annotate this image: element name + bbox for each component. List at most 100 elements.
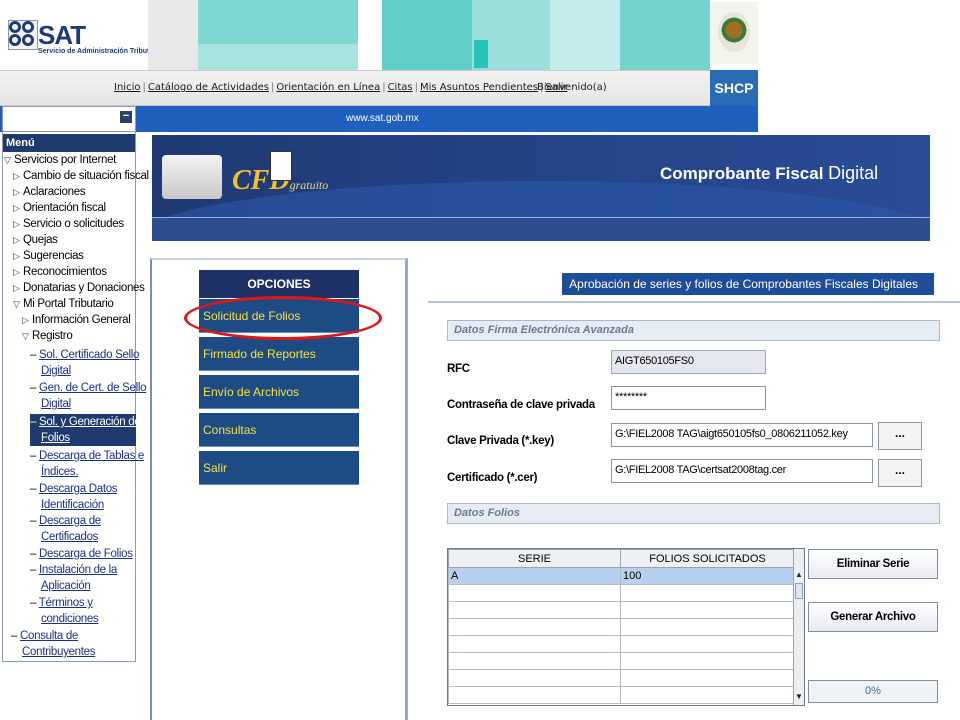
sidebar-item-quejas[interactable]: ▷ Quejas (13, 234, 58, 246)
table-row[interactable]: A 100 (448, 567, 795, 585)
menu-title: Menú (3, 134, 135, 152)
scroll-up-icon[interactable]: ▲ (794, 569, 804, 581)
scroll-down-icon[interactable]: ▼ (794, 691, 804, 703)
dash-icon: – (11, 630, 20, 642)
triangle-right-icon: ▷ (13, 267, 20, 277)
rfc-field[interactable]: AIGT650105FS0 (611, 350, 766, 374)
cert-label: Certificado (*.cer) (447, 472, 538, 484)
sidebar-item-orientacion[interactable]: ▷ Orientación fiscal (13, 202, 106, 214)
generate-file-button[interactable]: Generar Archivo (808, 602, 938, 632)
sidebar-link-gen-cert[interactable]: – Gen. de Cert. de Sello Digital (30, 380, 146, 412)
dash-icon: – (30, 548, 39, 560)
nav-links: Inicio | Catálogo de Actividades | Orientaci… (114, 82, 568, 93)
option-salir[interactable]: Salir (199, 451, 359, 485)
cell-folios[interactable]: 100 (620, 567, 795, 585)
sat-logo[interactable]: SAT Servicio de Administración Tributari… (8, 18, 162, 64)
sidebar-item-servicio[interactable]: ▷ Servicio o solicitudes (13, 218, 124, 230)
url-bar: − www.sat.gob.mx (0, 106, 758, 132)
sidebar-link-descarga-certificados[interactable]: – Descarga de Certificados (30, 513, 101, 545)
collapse-icon[interactable]: − (120, 111, 132, 123)
nav-link-orientacion[interactable]: Orientación en Línea (276, 82, 380, 93)
top-banner: SAT Servicio de Administración Tributari… (0, 0, 760, 70)
key-label: Clave Privada (*.key) (447, 435, 554, 447)
sidebar-link-descarga-folios[interactable]: – Descarga de Folios (30, 546, 133, 562)
scroll-thumb[interactable] (795, 583, 803, 599)
sidebar-item-aclaraciones[interactable]: ▷ Aclaraciones (13, 186, 86, 198)
top-nav: Inicio | Catálogo de Actividades | Orientaci… (0, 70, 710, 106)
triangle-right-icon: ▷ (13, 187, 20, 197)
decorative-tile (550, 0, 620, 70)
sidebar-item-cambio[interactable]: ▷ Cambio de situación fiscal (13, 170, 149, 182)
cfd-title: Comprobante Fiscal Digital (660, 163, 879, 183)
column-header-folios[interactable]: FOLIOS SOLICITADOS (620, 549, 795, 568)
folios-table: SERIE FOLIOS SOLICITADOS A 100 (448, 549, 795, 704)
grid-scrollbar[interactable]: ▲ ▼ (793, 549, 804, 705)
delete-series-button[interactable]: Eliminar Serie (808, 549, 938, 579)
key-file-field[interactable]: G:\FIEL2008 TAG\aigt650105fs0_0806211052… (611, 423, 873, 447)
sat-logo-text: SAT (38, 20, 86, 50)
table-row[interactable] (448, 635, 795, 653)
decorative-tile (620, 0, 710, 70)
sidebar-item-servicios[interactable]: ▽ Servicios por Internet (4, 154, 116, 166)
browse-cert-button[interactable]: ... (878, 459, 922, 487)
sidebar-link-descarga-datos[interactable]: – Descarga Datos Identificación (30, 481, 118, 513)
sidebar-item-reconocimientos[interactable]: ▷ Reconocimientos (13, 266, 107, 278)
decorative-tile (148, 0, 198, 70)
sidebar-item-registro[interactable]: ▽ Registro (22, 330, 73, 342)
password-field[interactable]: ******** (611, 386, 766, 410)
section-folios: Datos Folios (447, 503, 940, 524)
sidebar-link-sol-certificado[interactable]: – Sol. Certificado Sello Digital (30, 347, 139, 379)
nav-link-inicio[interactable]: Inicio (114, 82, 140, 93)
sidebar-item-portal[interactable]: ▽ Mi Portal Tributario (13, 298, 114, 310)
folios-grid[interactable]: SERIE FOLIOS SOLICITADOS A 100 ▲ ▼ (447, 548, 805, 706)
sidebar-link-instalacion[interactable]: – Instalación de la Aplicación (30, 562, 117, 594)
password-label: Contraseña de clave privada (447, 399, 595, 411)
table-row[interactable] (448, 669, 795, 687)
table-row[interactable] (448, 686, 795, 704)
dash-icon: – (30, 450, 39, 462)
triangle-down-icon: ▽ (4, 155, 11, 165)
sidebar-link-terminos[interactable]: – Términos y condiciones (30, 595, 99, 627)
cert-file-field[interactable]: G:\FIEL2008 TAG\certsat2008tag.cer (611, 459, 873, 483)
sidebar-item-donatarias[interactable]: ▷ Donatarias y Donaciones (13, 282, 145, 294)
shcp-logo[interactable]: SHCP (710, 70, 758, 106)
sidebar-menu: Menú ▽ Servicios por Internet ▷ Cambio de … (2, 132, 149, 662)
sat-logo-subtitle: Servicio de Administración Tributaria (38, 48, 162, 55)
cfd-banner: CFDgratuito Comprobante Fiscal Digital (152, 135, 930, 217)
table-row[interactable] (448, 601, 795, 619)
dash-icon: – (30, 382, 39, 394)
triangle-right-icon: ▷ (13, 171, 20, 181)
section-firma: Datos Firma Electrónica Avanzada (447, 320, 940, 341)
sidebar-item-sugerencias[interactable]: ▷ Sugerencias (13, 250, 84, 262)
table-row[interactable] (448, 584, 795, 602)
option-envio-archivos[interactable]: Envío de Archivos (199, 375, 359, 409)
decorative-tile (198, 0, 358, 44)
sidebar-header: − (2, 106, 136, 132)
decorative-tile (358, 0, 382, 70)
table-row[interactable] (448, 652, 795, 670)
triangle-right-icon: ▷ (13, 283, 20, 293)
decorative-tile (474, 40, 488, 68)
nav-link-asuntos[interactable]: Mis Asuntos Pendientes (420, 82, 538, 93)
nav-link-citas[interactable]: Citas (388, 82, 413, 93)
sidebar-item-info-general[interactable]: ▷ Información General (22, 314, 131, 326)
nav-link-catalogo[interactable]: Catálogo de Actividades (148, 82, 269, 93)
dash-icon: – (30, 416, 39, 428)
sidebar-link-descarga-tablas[interactable]: – Descarga de Tablas e Índices. (30, 448, 144, 480)
site-url: www.sat.gob.mx (346, 113, 419, 124)
column-header-serie[interactable]: SERIE (448, 549, 621, 568)
sat-logo-icon (8, 20, 38, 50)
option-consultas[interactable]: Consultas (199, 413, 359, 447)
form-title: Aprobación de series y folios de Comprob… (562, 273, 934, 295)
rfc-label: RFC (447, 363, 470, 375)
browse-key-button[interactable]: ... (878, 422, 922, 450)
sidebar-link-sol-generacion-folios[interactable]: – Sol. y Generación de Folios (30, 414, 141, 446)
triangle-right-icon: ▷ (13, 235, 20, 245)
triangle-down-icon: ▽ (22, 331, 29, 341)
option-firmado-reportes[interactable]: Firmado de Reportes (199, 337, 359, 371)
table-row[interactable] (448, 618, 795, 636)
sidebar-link-consulta-contribuyentes[interactable]: – Consulta de Contribuyentes (11, 628, 95, 660)
dash-icon: – (30, 349, 39, 361)
cell-serie[interactable]: A (448, 567, 621, 585)
progress-bar: 0% (808, 680, 938, 703)
